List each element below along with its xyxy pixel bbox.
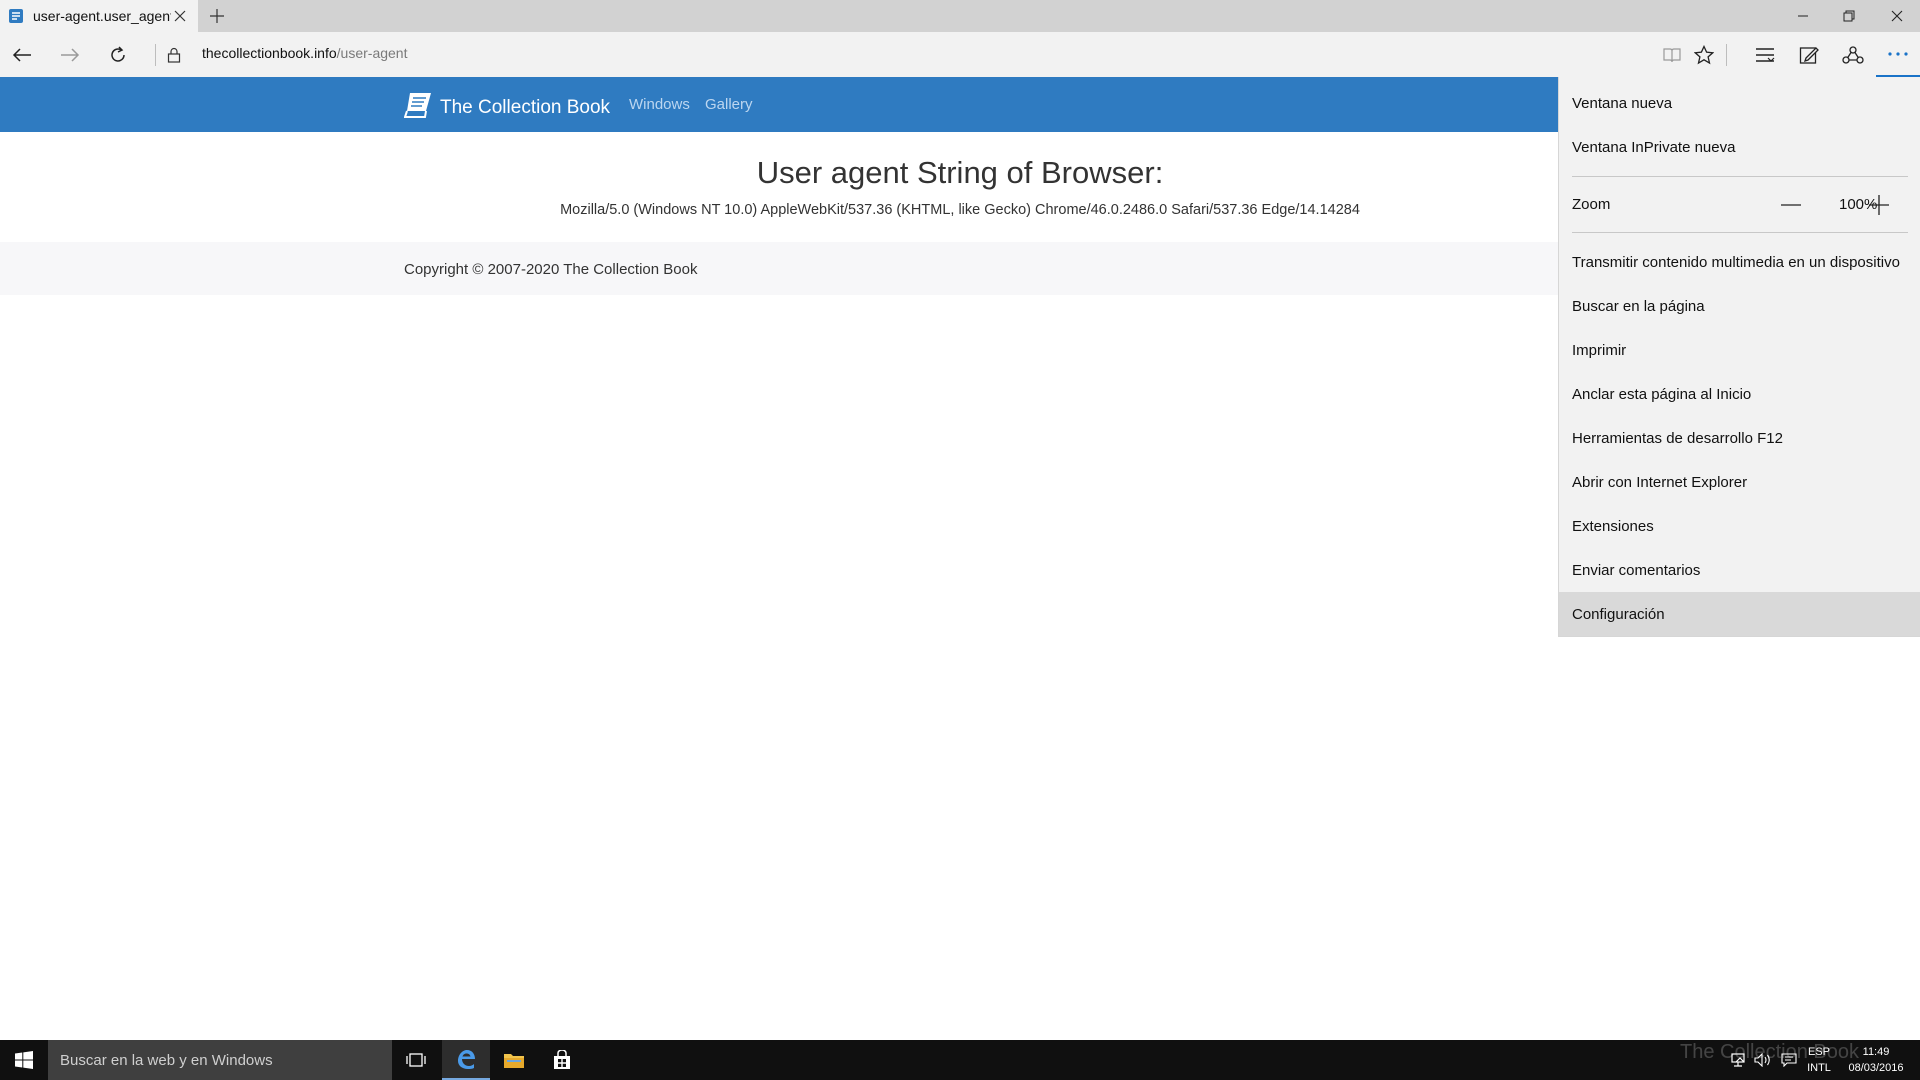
nav-link-gallery[interactable]: Gallery: [705, 96, 753, 113]
address-field[interactable]: thecollectionbook.info/user-agent: [202, 45, 407, 61]
menu-item-feedback[interactable]: Enviar comentarios: [1559, 548, 1920, 592]
tab-strip: user-agent.user_agent -: [0, 0, 1920, 32]
store-icon[interactable]: [538, 1040, 586, 1080]
menu-item-new-window[interactable]: Ventana nueva: [1559, 81, 1920, 125]
url-path: /user-agent: [336, 45, 408, 61]
menu-divider: [1572, 176, 1908, 177]
lock-icon[interactable]: [152, 32, 196, 77]
brand-name: The Collection Book: [440, 96, 611, 118]
menu-item-open-ie[interactable]: Abrir con Internet Explorer: [1559, 460, 1920, 504]
site-favicon-icon: [7, 7, 25, 25]
menu-item-devtools[interactable]: Herramientas de desarrollo F12: [1559, 416, 1920, 460]
menu-item-pin-start[interactable]: Anclar esta página al Inicio: [1559, 372, 1920, 416]
menu-divider: [1572, 232, 1908, 233]
taskbar: Buscar en la web y en Windows ESP INTL 1…: [0, 1040, 1920, 1080]
menu-item-extensions[interactable]: Extensiones: [1559, 504, 1920, 548]
forward-arrow-icon[interactable]: [48, 32, 92, 77]
more-actions-icon[interactable]: [1876, 32, 1920, 77]
taskbar-search-input[interactable]: Buscar en la web y en Windows: [48, 1040, 392, 1080]
new-tab-icon[interactable]: [208, 7, 226, 25]
zoom-label: Zoom: [1572, 196, 1611, 213]
share-icon[interactable]: [1831, 32, 1875, 77]
url-host: thecollectionbook.info: [202, 45, 337, 61]
refresh-icon[interactable]: [96, 32, 140, 77]
menu-item-find[interactable]: Buscar en la página: [1559, 284, 1920, 328]
zoom-row: Zoom 100%: [1559, 183, 1920, 227]
zoom-in-icon[interactable]: [1865, 191, 1893, 219]
menu-item-settings[interactable]: Configuración: [1559, 592, 1920, 636]
nav-link-windows[interactable]: Windows: [629, 96, 690, 113]
browser-tab[interactable]: user-agent.user_agent -: [0, 0, 198, 32]
windows-start-icon[interactable]: [0, 1040, 48, 1080]
task-view-icon[interactable]: [392, 1040, 440, 1080]
copyright-text: Copyright © 2007-2020 The Collection Boo…: [404, 261, 698, 278]
address-toolbar: thecollectionbook.info/user-agent: [0, 32, 1920, 77]
restore-icon[interactable]: [1826, 0, 1872, 32]
more-actions-menu: Ventana nueva Ventana InPrivate nueva Zo…: [1558, 77, 1920, 637]
hub-icon[interactable]: [1743, 32, 1787, 77]
back-arrow-icon[interactable]: [0, 32, 44, 77]
file-explorer-icon[interactable]: [490, 1040, 538, 1080]
close-window-icon[interactable]: [1874, 0, 1920, 32]
zoom-out-icon[interactable]: [1777, 191, 1805, 219]
web-note-icon[interactable]: [1787, 32, 1831, 77]
menu-item-print[interactable]: Imprimir: [1559, 328, 1920, 372]
watermark-text: The Collection Book: [1680, 1041, 1859, 1063]
minimize-icon[interactable]: [1780, 0, 1826, 32]
brand-link[interactable]: The Collection Book: [403, 91, 611, 124]
close-tab-icon[interactable]: [172, 8, 188, 24]
tab-title: user-agent.user_agent -: [33, 8, 171, 24]
book-logo-icon: [403, 91, 434, 124]
favorite-star-icon[interactable]: [1682, 32, 1726, 77]
menu-item-new-inprivate[interactable]: Ventana InPrivate nueva: [1559, 125, 1920, 169]
toolbar-divider: [1726, 44, 1727, 66]
menu-item-cast[interactable]: Transmitir contenido multimedia en un di…: [1559, 240, 1920, 284]
edge-browser-icon[interactable]: [442, 1040, 490, 1080]
